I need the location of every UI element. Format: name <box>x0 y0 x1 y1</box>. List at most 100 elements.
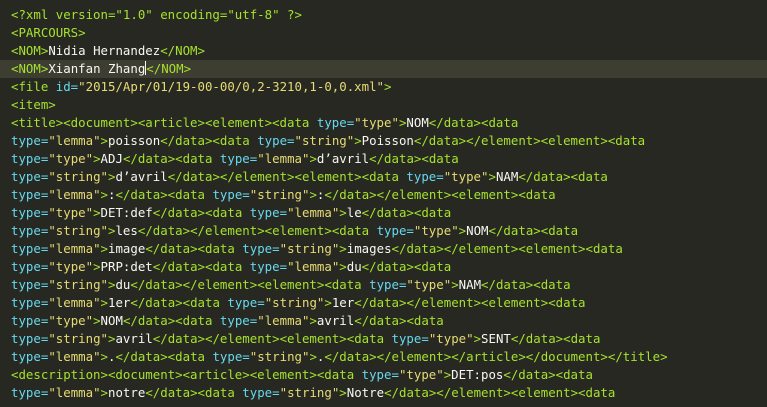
code-token-attr-name: type= <box>11 385 49 400</box>
code-token-tag: </data><data <box>428 115 519 130</box>
code-token-tag: > <box>100 295 108 310</box>
code-token-attr-value: "lemma" <box>48 385 101 400</box>
code-line[interactable]: type="type">NOM</data><data type="lemma"… <box>0 312 767 330</box>
code-token-tag: </data><data <box>122 151 220 166</box>
code-token-tag: > <box>488 169 496 184</box>
code-token-tag: > <box>100 133 108 148</box>
code-token-tag: </data></element><element><data <box>137 223 377 238</box>
code-token-attr-name: type= <box>11 259 49 274</box>
code-token-attr-value: "string" <box>249 187 310 202</box>
code-token-tag: > <box>339 205 347 220</box>
code-token-attr-name: type= <box>316 115 355 130</box>
code-token-tag: </data></element><element><data <box>152 331 392 346</box>
code-editor[interactable]: <?xml version="1.0" encoding="utf-8" ?> <… <box>0 0 767 407</box>
code-token-tag: </data><data <box>510 331 601 346</box>
code-token-attr-value: "string" <box>48 169 108 184</box>
code-token-tag: > <box>473 331 482 346</box>
code-line[interactable]: type="type">PRP:det</data><data type="le… <box>0 258 767 276</box>
code-token-attr-value: "type" <box>48 313 94 328</box>
code-token-text: notre <box>108 385 146 400</box>
code-token-tag: > <box>339 241 347 256</box>
code-token-attr-value: "type" <box>48 151 94 166</box>
code-token-attr-name: type= <box>212 349 250 364</box>
code-token-attr-name: type= <box>369 277 407 292</box>
code-token-attr-name: type= <box>242 385 280 400</box>
code-line[interactable]: <description><document><article><element… <box>0 366 767 384</box>
code-token-attr-name: type= <box>227 295 265 310</box>
code-token-attr-value: "type" <box>48 259 94 274</box>
code-token-attr-name: type= <box>11 295 49 310</box>
code-token-tag: </data><data <box>503 367 593 382</box>
code-token-attr-value: "string" <box>48 331 108 346</box>
code-token-attr-value: "lemma" <box>287 205 340 220</box>
code-token-attr-name: type= <box>257 133 295 148</box>
code-line[interactable]: type="string">du</data></element><elemen… <box>0 276 767 294</box>
code-token-attr-name: type= <box>11 313 49 328</box>
code-token-tag: > <box>309 349 317 364</box>
code-line[interactable]: <NOM>Nidia Hernandez</NOM> <box>0 42 767 60</box>
code-token-text: poisson <box>108 133 161 148</box>
code-token-tag: > <box>100 187 108 202</box>
code-token-text: NOM <box>406 115 429 130</box>
code-token-tag: </data><data <box>115 187 213 202</box>
code-token-text: 1er <box>108 295 131 310</box>
code-line[interactable]: type="string">d’avril</data></element><e… <box>0 168 767 186</box>
code-token-tag: > <box>309 313 317 328</box>
code-line[interactable]: type="lemma">.</data><data type="string"… <box>0 348 767 366</box>
code-line[interactable]: <file id="2015/Apr/01/19-00-00/0,2-3210,… <box>0 78 767 96</box>
code-token-tag: > <box>93 151 101 166</box>
code-line[interactable]: <item> <box>0 96 767 114</box>
code-line[interactable]: <PARCOURS> <box>0 24 767 42</box>
code-token-text: NAM <box>458 277 482 292</box>
code-token-attr-name: type= <box>376 223 414 238</box>
code-token-attr-name: type= <box>11 349 49 364</box>
code-token-attr-value: "lemma" <box>48 349 101 364</box>
code-line[interactable]: type="lemma">1er</data><data type="strin… <box>0 294 767 312</box>
code-line[interactable]: type="lemma">poisson</data><data type="s… <box>0 132 767 150</box>
code-token-tag: </data></element><element><data <box>384 385 616 400</box>
code-token-tag: </data><data <box>145 385 243 400</box>
code-line[interactable]: type="type">DET:def</data><data type="le… <box>0 204 767 222</box>
code-line[interactable]: type="lemma">notre</data><data type="str… <box>0 384 767 402</box>
code-line[interactable]: type="type">ADJ</data><data type="lemma"… <box>0 150 767 168</box>
code-token-attr-name: type= <box>212 187 250 202</box>
code-token-attr-value: "string" <box>48 223 108 238</box>
code-line[interactable]: type= "string" > avril</data></element><ele… <box>0 330 767 348</box>
code-token-attr-value: "lemma" <box>48 133 101 148</box>
code-token-text: 1er <box>331 295 355 310</box>
code-token-text: du <box>115 277 131 292</box>
code-token-tag: > <box>324 295 332 310</box>
code-token-attr-value: "type" <box>443 169 489 184</box>
code-token-attr-name: type= <box>11 187 49 202</box>
code-token-text: les <box>115 223 138 238</box>
code-token-attr-name: type= <box>249 205 288 220</box>
code-token-tag: </data><data <box>361 205 452 220</box>
code-line[interactable]: <?xml version="1.0" encoding="utf-8" ?> <box>0 6 767 24</box>
code-token-tag: </data><data <box>518 169 608 184</box>
code-line-active[interactable]: <NOM>Xianfan Zhang</NOM> <box>0 60 767 78</box>
code-token-text: ADJ <box>100 151 123 166</box>
code-line[interactable]: <title><document><article><element><data… <box>0 114 767 132</box>
code-token-tag: </data><data <box>354 313 444 328</box>
code-token-attr-value: "2015/Apr/01/19-00-00/0,2-3210,1-0,0.xml… <box>78 79 385 94</box>
code-token-attr-name: type= <box>11 151 49 166</box>
code-token-text: DET:pos <box>451 367 504 382</box>
code-token-text: avril <box>115 331 153 346</box>
code-token-attr-value: "lemma" <box>48 187 101 202</box>
code-token-tag: </data><data <box>488 223 579 238</box>
code-line[interactable]: type= "string" > les</data></element><eleme… <box>0 222 767 240</box>
code-line[interactable]: type="lemma">image</data><data type="str… <box>0 240 767 258</box>
code-token-tag: > <box>100 385 108 400</box>
code-line[interactable]: type="lemma">:</data><data type="string"… <box>0 186 767 204</box>
code-token-tag: </data><data <box>115 349 213 364</box>
code-token-tag: > <box>93 259 101 274</box>
code-token-tag: </data></element><element><data <box>354 295 586 310</box>
code-token-attr-value: "string" <box>249 349 310 364</box>
code-token-text: images <box>346 241 392 256</box>
code-token-tag: </data><data <box>369 151 459 166</box>
code-token-tag: > <box>339 385 347 400</box>
code-token-attr-value: "type" <box>354 115 399 130</box>
code-token-attr-name: type= <box>391 331 429 346</box>
code-token-tag: > <box>93 205 101 220</box>
code-token-tag: > <box>458 223 467 238</box>
